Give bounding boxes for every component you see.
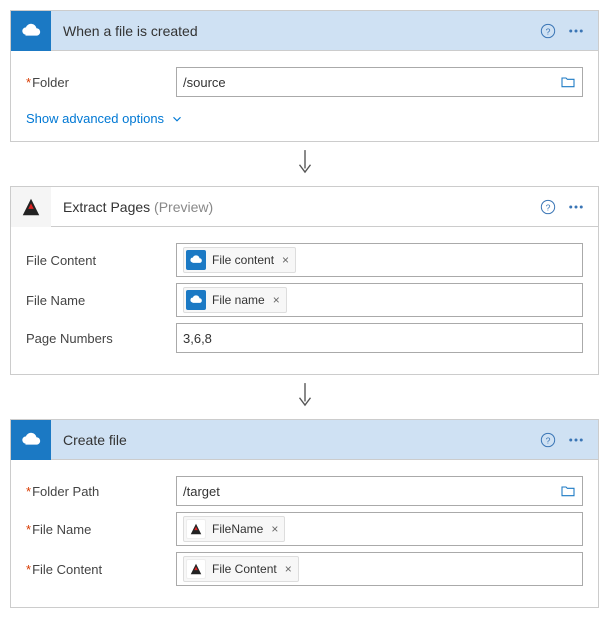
folder-path-label-text: Folder Path	[32, 484, 99, 499]
connector-arrow	[10, 381, 599, 409]
card-title: Extract Pages (Preview)	[51, 199, 532, 215]
token-text: FileName	[212, 522, 263, 536]
field-row-file-name: File Name File name ×	[26, 283, 583, 317]
remove-token-icon[interactable]: ×	[271, 522, 278, 536]
card-header[interactable]: Extract Pages (Preview) ?	[11, 187, 598, 227]
remove-token-icon[interactable]: ×	[282, 253, 289, 267]
show-adv-text: Show advanced options	[26, 111, 164, 126]
connector-arrow	[10, 148, 599, 176]
svg-text:?: ?	[546, 435, 551, 445]
extract-title-text: Extract Pages	[63, 199, 150, 215]
file-name-input[interactable]: FileName ×	[176, 512, 583, 546]
remove-token-icon[interactable]: ×	[285, 562, 292, 576]
trigger-card: When a file is created ? *Folder /source…	[10, 10, 599, 142]
card-body: *Folder Path /target *File Name FileName…	[11, 460, 598, 607]
file-content-input[interactable]: File Content ×	[176, 552, 583, 586]
show-advanced-link[interactable]: Show advanced options	[26, 111, 184, 126]
remove-token-icon[interactable]: ×	[273, 293, 280, 307]
more-icon[interactable]	[564, 195, 588, 219]
file-name-input[interactable]: File name ×	[176, 283, 583, 317]
preview-tag: (Preview)	[154, 199, 213, 215]
onedrive-icon	[11, 420, 51, 460]
field-row-page-numbers: Page Numbers 3,6,8	[26, 323, 583, 353]
page-numbers-value: 3,6,8	[183, 331, 576, 346]
onedrive-icon	[186, 290, 206, 310]
file-name-token[interactable]: File name ×	[183, 287, 287, 313]
field-label: *File Content	[26, 562, 176, 577]
card-header[interactable]: Create file ?	[11, 420, 598, 460]
help-icon[interactable]: ?	[536, 428, 560, 452]
card-body: File Content File content × File Name Fi…	[11, 227, 598, 374]
help-icon[interactable]: ?	[536, 195, 560, 219]
folder-picker-icon[interactable]	[560, 74, 576, 90]
field-label: Page Numbers	[26, 331, 176, 346]
card-title: Create file	[51, 432, 532, 448]
folder-path-value: /target	[183, 484, 560, 499]
more-icon[interactable]	[564, 19, 588, 43]
file-content-label-text: File Content	[32, 562, 102, 577]
file-name-label-text: File Name	[32, 522, 91, 537]
field-row-file-name: *File Name FileName ×	[26, 512, 583, 546]
token-text: File content	[212, 253, 274, 267]
field-row-file-content: File Content File content ×	[26, 243, 583, 277]
folder-label-text: Folder	[32, 75, 69, 90]
field-label: *Folder	[26, 75, 176, 90]
field-row-folder: *Folder /source	[26, 67, 583, 97]
muhimbi-icon	[186, 519, 206, 539]
field-row-folder-path: *Folder Path /target	[26, 476, 583, 506]
onedrive-icon	[186, 250, 206, 270]
page-numbers-input[interactable]: 3,6,8	[176, 323, 583, 353]
field-label: *File Name	[26, 522, 176, 537]
field-row-file-content: *File Content File Content ×	[26, 552, 583, 586]
muhimbi-icon	[11, 187, 51, 227]
file-name-token[interactable]: FileName ×	[183, 516, 285, 542]
svg-text:?: ?	[546, 26, 551, 36]
folder-value: /source	[183, 75, 560, 90]
folder-path-input[interactable]: /target	[176, 476, 583, 506]
onedrive-icon	[11, 11, 51, 51]
help-icon[interactable]: ?	[536, 19, 560, 43]
extract-pages-card: Extract Pages (Preview) ? File Content F…	[10, 186, 599, 375]
card-title: When a file is created	[51, 23, 532, 39]
field-label: File Name	[26, 293, 176, 308]
create-file-card: Create file ? *Folder Path /target *File…	[10, 419, 599, 608]
folder-picker-icon[interactable]	[560, 483, 576, 499]
folder-input[interactable]: /source	[176, 67, 583, 97]
file-content-token[interactable]: File content ×	[183, 247, 296, 273]
field-label: *Folder Path	[26, 484, 176, 499]
token-text: File Content	[212, 562, 277, 576]
field-label: File Content	[26, 253, 176, 268]
file-content-input[interactable]: File content ×	[176, 243, 583, 277]
card-header[interactable]: When a file is created ?	[11, 11, 598, 51]
file-content-token[interactable]: File Content ×	[183, 556, 299, 582]
muhimbi-icon	[186, 559, 206, 579]
svg-text:?: ?	[546, 202, 551, 212]
card-body: *Folder /source Show advanced options	[11, 51, 598, 141]
token-text: File name	[212, 293, 265, 307]
more-icon[interactable]	[564, 428, 588, 452]
